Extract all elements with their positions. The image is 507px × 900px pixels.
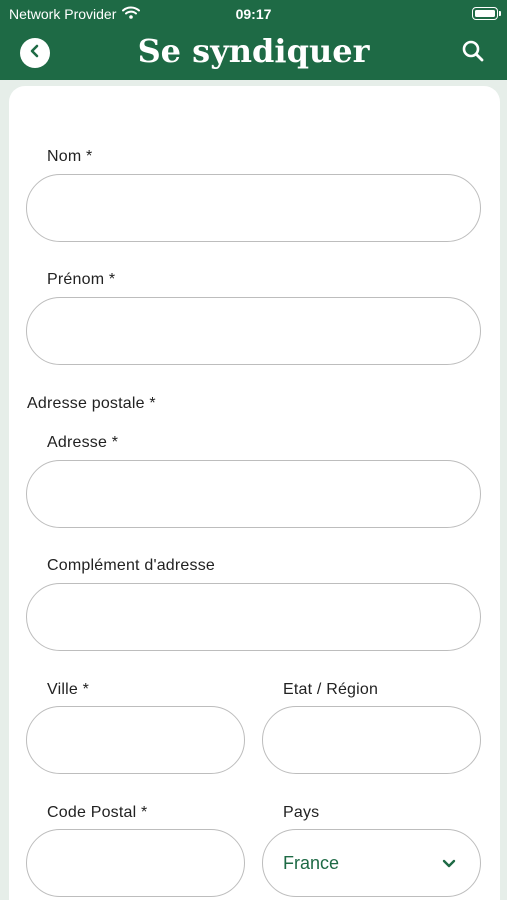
adresse-label: Adresse * bbox=[47, 434, 119, 451]
nom-label: Nom * bbox=[47, 148, 93, 165]
complement-label: Complément d'adresse bbox=[47, 557, 216, 574]
chevron-down-icon bbox=[440, 854, 458, 872]
complement-field[interactable] bbox=[26, 583, 481, 651]
ville-field[interactable] bbox=[26, 706, 245, 774]
code-postal-label: Code Postal * bbox=[47, 804, 148, 821]
prenom-field[interactable] bbox=[26, 297, 481, 365]
etat-label: Etat / Région bbox=[283, 681, 379, 698]
search-icon bbox=[461, 39, 485, 68]
page-title: Se syndiquer bbox=[137, 32, 370, 70]
battery-icon bbox=[472, 7, 501, 20]
prenom-label: Prénom * bbox=[47, 271, 116, 288]
nom-field[interactable] bbox=[26, 174, 481, 242]
pays-label: Pays bbox=[283, 804, 320, 821]
adresse-field[interactable] bbox=[26, 460, 481, 528]
pays-select[interactable]: France bbox=[262, 829, 481, 897]
nav-bar: Se syndiquer bbox=[0, 28, 507, 80]
code-postal-field[interactable] bbox=[26, 829, 245, 897]
status-bar: Network Provider 09:17 bbox=[0, 0, 507, 28]
status-time: 09:17 bbox=[235, 6, 272, 22]
pays-selected-value: France bbox=[283, 852, 340, 873]
etat-field[interactable] bbox=[262, 706, 481, 774]
search-button[interactable] bbox=[459, 39, 487, 67]
adresse-postale-heading: Adresse postale * bbox=[27, 395, 156, 412]
ville-label: Ville * bbox=[47, 681, 90, 698]
